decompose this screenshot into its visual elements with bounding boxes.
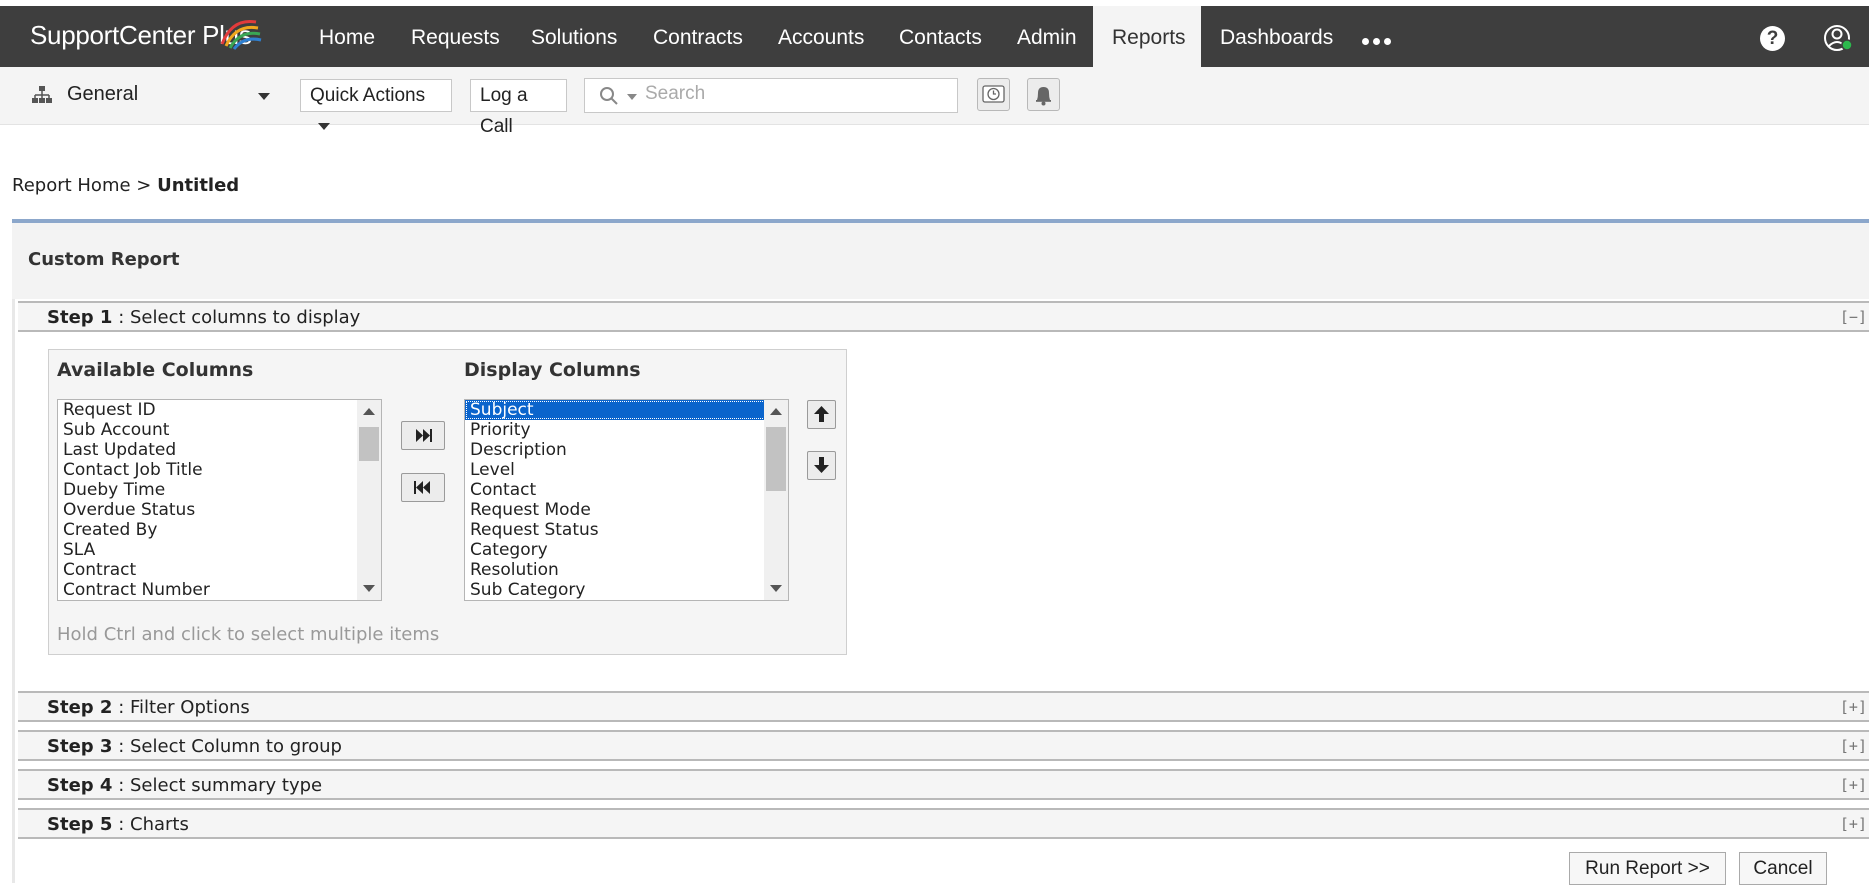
nav-solutions[interactable]: Solutions xyxy=(512,6,636,67)
step-5-label: Step 5 : Charts xyxy=(47,814,189,835)
scrollbar-thumb[interactable] xyxy=(766,427,786,491)
list-item[interactable]: Resolution xyxy=(465,560,788,580)
expand-toggle[interactable]: [+] xyxy=(1840,776,1867,794)
nav-requests[interactable]: Requests xyxy=(392,6,519,67)
panel-header xyxy=(12,223,1869,299)
site-selector[interactable]: General xyxy=(67,83,138,106)
add-column-button[interactable] xyxy=(401,421,445,450)
scrollbar[interactable] xyxy=(357,400,381,600)
scrollbar[interactable] xyxy=(764,400,788,600)
step-3-label: Step 3 : Select Column to group xyxy=(47,736,342,757)
breadcrumb-current: Untitled xyxy=(157,175,240,196)
list-item[interactable]: Overdue Status xyxy=(58,500,381,520)
display-columns-list[interactable]: Subject Priority Description Level Conta… xyxy=(464,399,789,601)
list-item[interactable]: Contract Number xyxy=(58,580,381,600)
list-item[interactable]: Last Updated xyxy=(58,440,381,460)
cancel-button[interactable]: Cancel xyxy=(1739,852,1827,885)
list-item[interactable]: Contract xyxy=(58,560,381,580)
double-arrow-right-icon xyxy=(416,429,432,442)
multi-select-hint: Hold Ctrl and click to select multiple i… xyxy=(57,624,440,645)
step-3-header[interactable]: Step 3 : Select Column to group [+] xyxy=(18,730,1869,761)
list-item-selected[interactable]: Subject xyxy=(465,400,788,420)
step-2-label: Step 2 : Filter Options xyxy=(47,697,250,718)
move-down-button[interactable] xyxy=(807,451,836,480)
run-report-button[interactable]: Run Report >> xyxy=(1569,852,1726,885)
panel-border xyxy=(12,299,15,883)
list-item[interactable]: Sub Category xyxy=(465,580,788,600)
scroll-up-icon[interactable] xyxy=(770,408,782,415)
nav-home[interactable]: Home xyxy=(300,6,394,67)
arrow-up-icon xyxy=(814,406,829,422)
list-item[interactable]: Dueby Time xyxy=(58,480,381,500)
list-item[interactable]: Category xyxy=(465,540,788,560)
more-menu-icon[interactable] xyxy=(1362,30,1395,49)
expand-toggle[interactable]: [+] xyxy=(1840,698,1867,716)
available-columns-header: Available Columns xyxy=(57,359,254,381)
bell-icon xyxy=(1036,87,1051,106)
nav-contacts[interactable]: Contacts xyxy=(880,6,1001,67)
list-item[interactable]: Priority xyxy=(465,420,788,440)
nav-reports[interactable]: Reports xyxy=(1093,6,1201,67)
search-placeholder[interactable]: Search xyxy=(645,83,705,105)
quick-actions-label: Quick Actions xyxy=(310,85,426,106)
nav-admin[interactable]: Admin xyxy=(998,6,1096,67)
list-item[interactable]: Level xyxy=(465,460,788,480)
list-item[interactable]: Created By xyxy=(58,520,381,540)
double-arrow-left-icon xyxy=(414,481,430,494)
scroll-down-icon[interactable] xyxy=(770,585,782,592)
list-item[interactable]: Description xyxy=(465,440,788,460)
reminders-button[interactable] xyxy=(977,78,1010,111)
page-title: Custom Report xyxy=(28,249,180,270)
nav-dashboards[interactable]: Dashboards xyxy=(1201,6,1352,67)
notifications-button[interactable] xyxy=(1027,78,1060,111)
scrollbar-thumb[interactable] xyxy=(359,427,379,461)
scroll-up-icon[interactable] xyxy=(363,408,375,415)
step-4-label: Step 4 : Select summary type xyxy=(47,775,323,796)
list-item[interactable]: Contact xyxy=(465,480,788,500)
caret-down-icon xyxy=(318,123,330,131)
log-call-button[interactable]: Log a Call xyxy=(470,79,567,137)
list-item[interactable]: Request Mode xyxy=(465,500,788,520)
step-2-header[interactable]: Step 2 : Filter Options [+] xyxy=(18,691,1869,722)
display-columns-header: Display Columns xyxy=(464,359,641,381)
nav-contracts[interactable]: Contracts xyxy=(634,6,762,67)
search-icon xyxy=(600,87,618,105)
breadcrumb-separator: > xyxy=(136,175,152,196)
remove-column-button[interactable] xyxy=(401,473,445,502)
expand-toggle[interactable]: [+] xyxy=(1840,815,1867,833)
step-5-header[interactable]: Step 5 : Charts [+] xyxy=(18,808,1869,839)
step-1-header[interactable]: Step 1 : Select columns to display [−] xyxy=(18,301,1869,332)
logo-arc-icon xyxy=(220,19,262,50)
help-icon[interactable]: ? xyxy=(1760,26,1785,51)
clock-icon xyxy=(982,85,1005,103)
collapse-toggle[interactable]: [−] xyxy=(1840,308,1867,326)
logo-text: SupportCenter xyxy=(30,20,196,50)
search-scope-caret-icon[interactable] xyxy=(627,94,637,100)
expand-toggle[interactable]: [+] xyxy=(1840,737,1867,755)
breadcrumb-report-home[interactable]: Report Home xyxy=(12,175,131,196)
nav-accounts[interactable]: Accounts xyxy=(759,6,883,67)
list-item[interactable]: Sub Account xyxy=(58,420,381,440)
list-item[interactable]: Contact Job Title xyxy=(58,460,381,480)
step-4-header[interactable]: Step 4 : Select summary type [+] xyxy=(18,769,1869,800)
site-hierarchy-icon xyxy=(32,86,52,103)
list-item[interactable]: Request Status xyxy=(465,520,788,540)
quick-actions-dropdown[interactable]: Quick Actions xyxy=(300,79,452,131)
available-columns-list[interactable]: Request ID Sub Account Last Updated Cont… xyxy=(57,399,382,601)
list-item[interactable]: SLA xyxy=(58,540,381,560)
breadcrumb: Report Home > Untitled xyxy=(12,175,239,196)
list-item[interactable]: Request ID xyxy=(58,400,381,420)
user-avatar-icon[interactable] xyxy=(1823,23,1853,53)
move-up-button[interactable] xyxy=(807,400,836,429)
arrow-down-icon xyxy=(814,457,829,473)
search-box[interactable]: Search xyxy=(584,78,958,113)
scroll-down-icon[interactable] xyxy=(363,585,375,592)
chevron-down-icon[interactable] xyxy=(258,93,270,100)
step-1-label: Step 1 : Select columns to display xyxy=(47,307,361,328)
